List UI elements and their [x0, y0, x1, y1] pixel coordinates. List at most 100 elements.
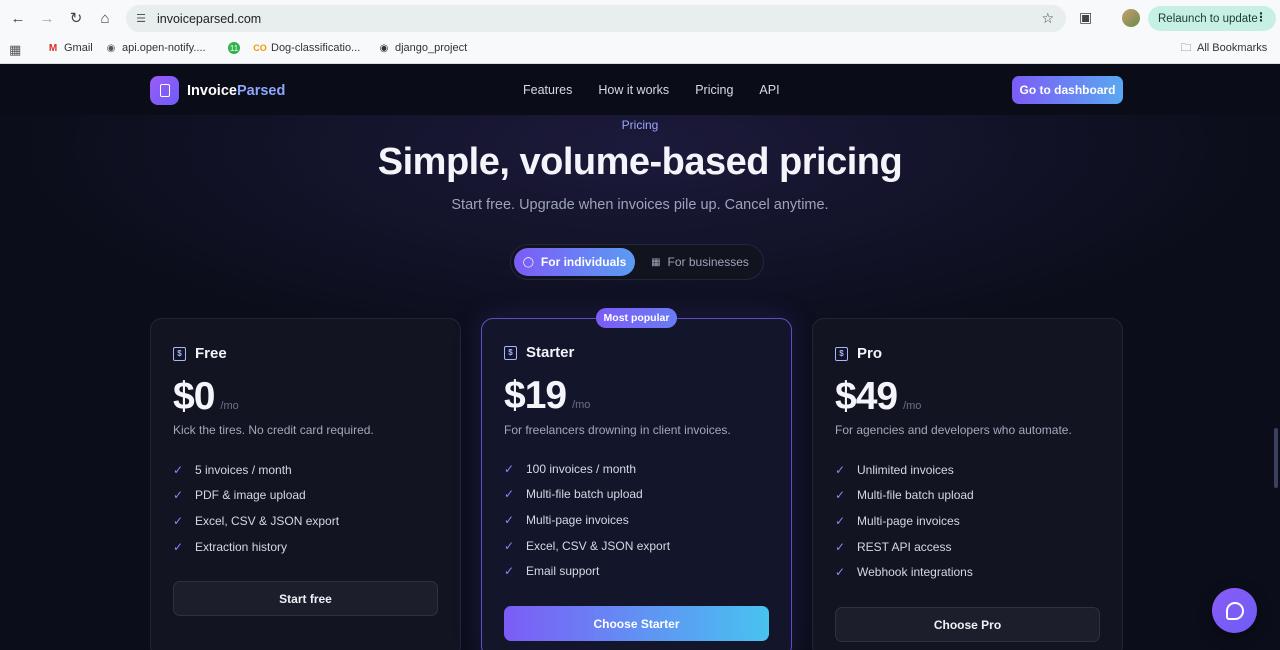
check-icon: ✓	[835, 488, 846, 503]
plan-card-free: $ Free $0 /mo Kick the tires. No credit …	[150, 318, 461, 650]
feature-list: ✓ 100 invoices / month ✓ Multi-file batch …	[504, 456, 670, 584]
bookmark-dog-classification[interactable]: CO Dog-classificatio...	[253, 42, 361, 54]
plan-card-starter: $ Starter $19 /mo For freelancers drowni…	[481, 318, 792, 650]
check-icon: ✓	[504, 564, 515, 579]
feature-list: ✓ 5 invoices / month ✓ PDF & image upload …	[173, 457, 339, 559]
page-subtitle: Start free. Upgrade when invoices pile u…	[451, 197, 829, 213]
plan-name: Pro	[857, 345, 883, 362]
dollar-document-icon: $	[835, 346, 848, 361]
plan-period: /mo	[220, 400, 239, 412]
check-icon: ✓	[504, 487, 515, 502]
building-icon: ▦	[651, 256, 661, 268]
feature-item: ✓ Email support	[504, 564, 600, 579]
check-icon: ✓	[173, 513, 184, 528]
page-title: Simple, volume-based pricing	[377, 141, 903, 183]
plan-name: Free	[195, 345, 227, 362]
folder-icon: 🗀	[1180, 41, 1192, 54]
page-content: InvoiceParsed Features How it works Pric…	[0, 65, 1280, 650]
choose-starter-button[interactable]: Choose Starter	[504, 606, 769, 641]
feature-item: ✓ Multi-page invoices	[504, 512, 629, 527]
nav-links: Features How it works Pricing API	[523, 83, 780, 97]
bookmark-star-icon[interactable]: ☆	[1041, 10, 1054, 27]
plan-period: /mo	[572, 399, 591, 411]
toggle-label: For individuals	[540, 255, 627, 269]
chat-bubble-button[interactable]	[1212, 588, 1257, 633]
toggle-businesses[interactable]: ▦ For businesses	[639, 248, 761, 276]
colab-icon: CO	[253, 43, 267, 53]
choose-pro-button[interactable]: Choose Pro	[835, 607, 1100, 642]
relaunch-button[interactable]: Relaunch to update ⋮	[1148, 6, 1276, 31]
bookmark-label: Dog-classificatio...	[271, 42, 361, 54]
check-icon: ✓	[504, 538, 515, 553]
plan-price: $0	[173, 375, 215, 418]
document-logo-icon	[150, 76, 179, 105]
most-popular-badge: Most popular	[596, 308, 677, 328]
browser-toolbar: ← → ↻ ⌂ ☰ invoiceparsed.com ☆ ▣ Relaunch…	[0, 0, 1280, 36]
globe-icon: ◉	[379, 42, 389, 54]
apps-grid-icon[interactable]: ▦	[9, 42, 21, 58]
url-text[interactable]: invoiceparsed.com	[157, 12, 261, 26]
nav-link-how-it-works[interactable]: How it works	[598, 83, 669, 97]
go-to-dashboard-button[interactable]: Go to dashboard	[1012, 76, 1123, 104]
all-bookmarks[interactable]: 🗀 All Bookmarks	[1180, 41, 1268, 55]
plan-price: $49	[835, 375, 898, 418]
check-icon: ✓	[173, 488, 184, 503]
bookmark-open-notify[interactable]: ◉ api.open-notify....	[105, 42, 206, 54]
logo-text: InvoiceParsed	[187, 82, 286, 99]
chat-icon	[1225, 601, 1244, 620]
feature-item: ✓ Multi-file batch upload	[504, 487, 643, 502]
check-icon: ✓	[504, 512, 515, 527]
site-header: InvoiceParsed Features How it works Pric…	[0, 65, 1280, 115]
plan-description: For freelancers drowning in client invoi…	[504, 423, 731, 437]
relaunch-label: Relaunch to update	[1158, 12, 1258, 25]
check-icon: ✓	[504, 461, 515, 476]
dollar-document-icon: $	[173, 346, 186, 361]
feature-item: ✓ 100 invoices / month	[504, 461, 637, 476]
logo[interactable]: InvoiceParsed	[150, 76, 285, 105]
bookmark-gmail[interactable]: M Gmail	[47, 42, 93, 54]
feature-item: ✓ Unlimited invoices	[835, 462, 954, 477]
plan-price: $19	[504, 374, 567, 417]
forward-icon[interactable]: →	[33, 4, 61, 32]
toggle-individuals[interactable]: ◯ For individuals	[514, 248, 635, 276]
profile-avatar[interactable]	[1122, 9, 1140, 27]
check-icon: ✓	[173, 539, 184, 554]
bookmark-label: Gmail	[64, 42, 93, 54]
nav-link-features[interactable]: Features	[523, 83, 572, 97]
extensions-icon[interactable]: ▣	[1079, 9, 1092, 26]
toggle-label: For businesses	[667, 255, 749, 269]
bookmark-green-app[interactable]: 11	[228, 42, 240, 54]
gmail-icon: M	[48, 42, 58, 54]
feature-item: ✓ 5 invoices / month	[173, 462, 292, 477]
plan-period: /mo	[903, 400, 922, 412]
bookmarks-bar: ▦ M Gmail ◉ api.open-notify.... 11 CO Do…	[0, 36, 1280, 64]
feature-item: ✓ PDF & image upload	[173, 488, 306, 503]
start-free-button[interactable]: Start free	[173, 581, 438, 616]
bookmark-django-project[interactable]: ◉ django_project	[378, 42, 468, 54]
back-icon[interactable]: ←	[4, 4, 32, 32]
feature-item: ✓ Excel, CSV & JSON export	[504, 538, 671, 553]
feature-item: ✓ REST API access	[835, 539, 952, 554]
bookmark-label: django_project	[395, 42, 468, 54]
nav-link-pricing[interactable]: Pricing	[695, 83, 733, 97]
audience-toggle: ◯ For individuals ▦ For businesses	[510, 244, 764, 280]
nav-link-api[interactable]: API	[759, 83, 779, 97]
feature-item: ✓ Multi-file batch upload	[835, 488, 974, 503]
feature-item: ✓ Excel, CSV & JSON export	[173, 513, 340, 528]
feature-item: ✓ Webhook integrations	[835, 565, 973, 580]
plan-description: Kick the tires. No credit card required.	[173, 423, 374, 437]
check-icon: ✓	[835, 565, 846, 580]
site-settings-icon[interactable]: ☰	[134, 12, 148, 26]
check-icon: ✓	[173, 462, 184, 477]
home-icon[interactable]: ⌂	[91, 4, 119, 32]
bookmark-label: api.open-notify....	[122, 42, 206, 54]
reload-icon[interactable]: ↻	[62, 4, 90, 32]
check-icon: ✓	[835, 539, 846, 554]
feature-item: ✓ Extraction history	[173, 539, 288, 554]
scrollbar-thumb[interactable]	[1274, 428, 1278, 488]
menu-dots-icon[interactable]: ⋮	[1255, 10, 1267, 24]
feature-item: ✓ Multi-page invoices	[835, 513, 960, 528]
green-app-icon: 11	[228, 42, 240, 54]
address-bar[interactable]: ☰ invoiceparsed.com ☆	[126, 5, 1066, 32]
dollar-document-icon: $	[504, 345, 517, 360]
